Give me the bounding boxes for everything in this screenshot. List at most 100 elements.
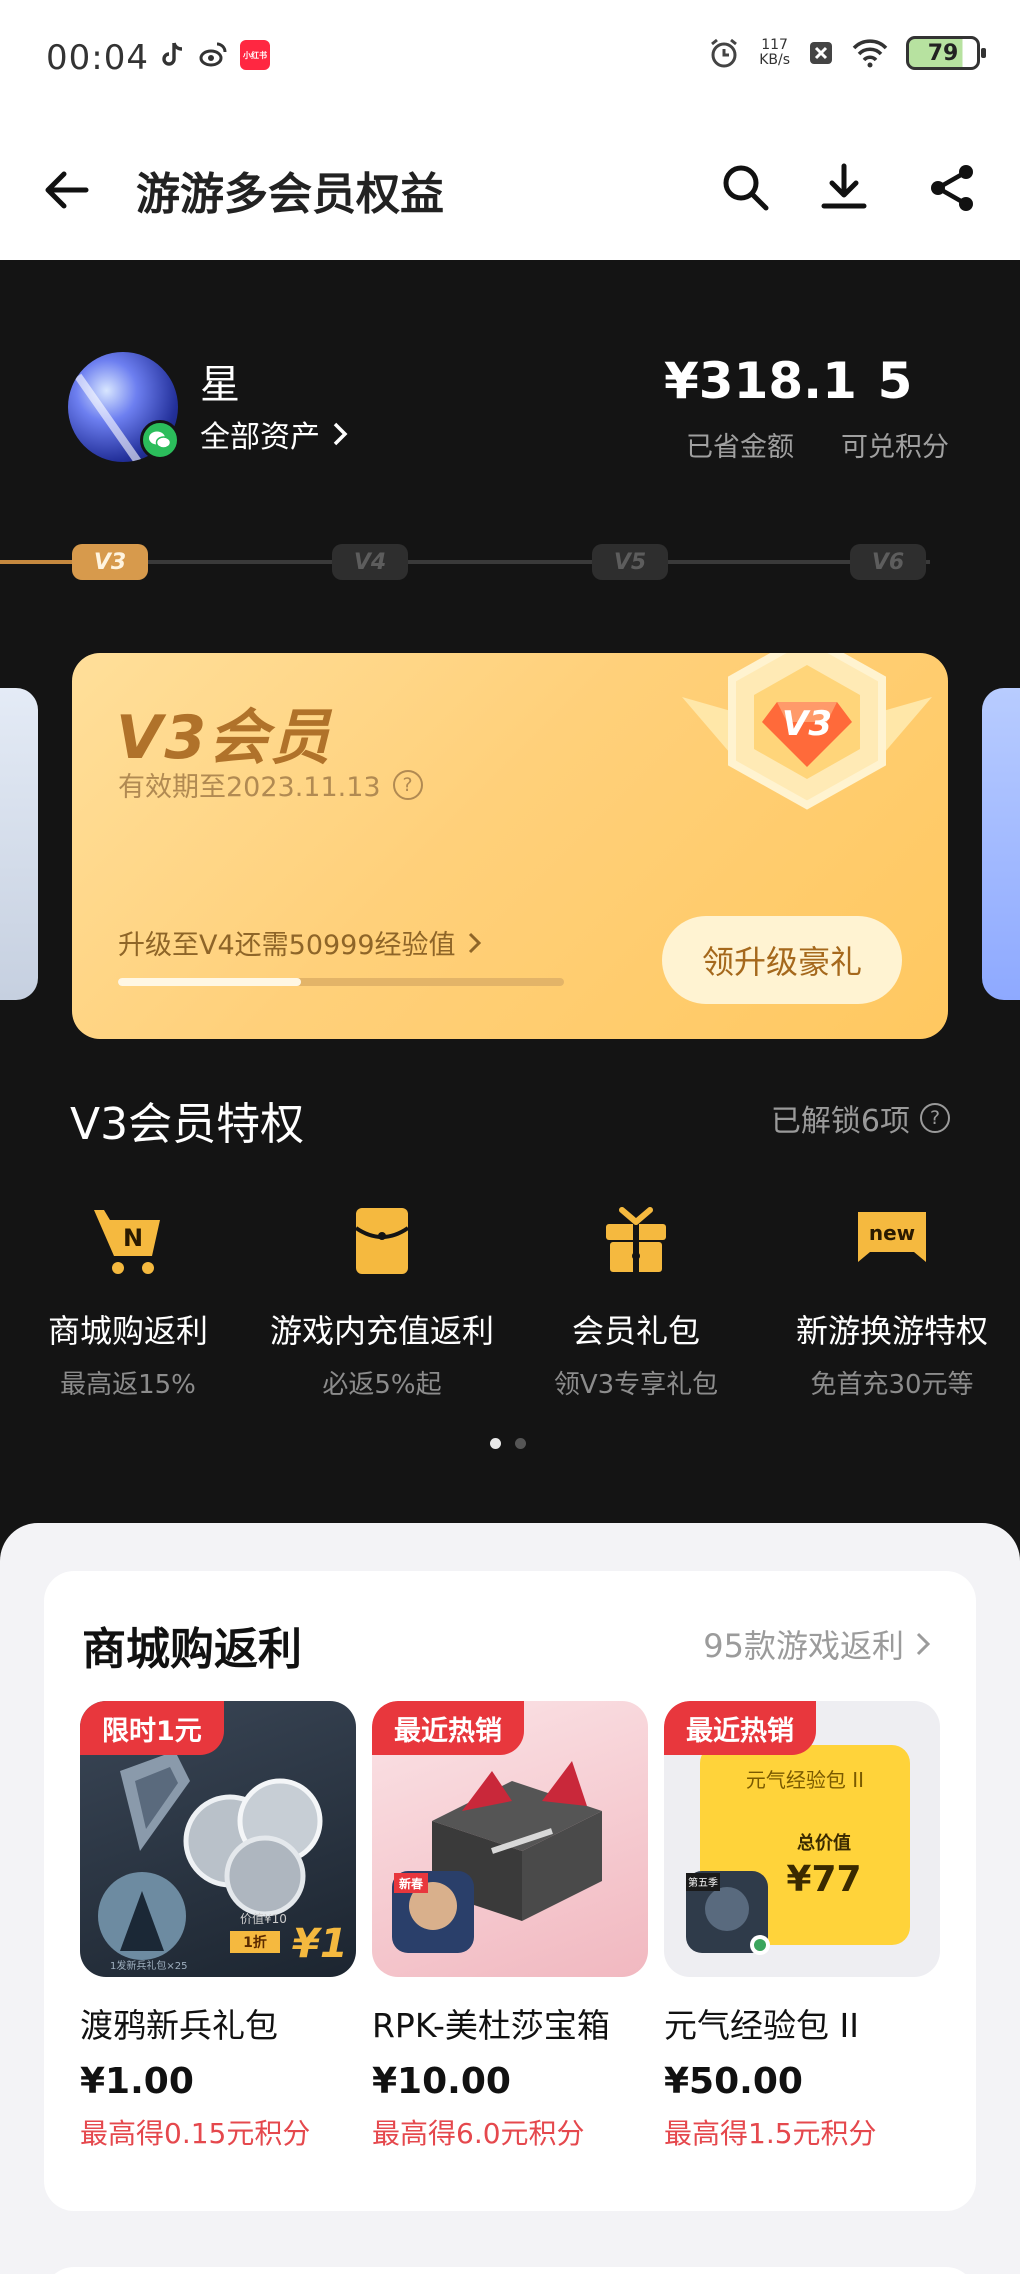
exp-progress-bar: [118, 978, 564, 986]
wifi-icon: [852, 39, 888, 68]
saved-amount: ¥318.1: [664, 352, 857, 410]
privilege-name: 商城购返利: [47, 1312, 208, 1350]
svg-text:1折: 1折: [243, 1934, 267, 1951]
net-speed-value: 117: [761, 37, 788, 53]
v3-diamond-badge-icon: V3: [682, 653, 932, 810]
mall-rebate-card: 商城购返利 95款游戏返利 价值¥10 1折 ¥1 1发新兵礼包×25 限时1元…: [44, 1571, 976, 2211]
member-card-title: V3会员: [116, 703, 333, 773]
product-card[interactable]: 元气经验包 II 总价值 ¥77 第五季 最近热销 元气经验包 II ¥50.0…: [664, 1701, 940, 2152]
help-icon[interactable]: ?: [920, 1103, 950, 1133]
product-image[interactable]: 新春 最近热销: [372, 1701, 648, 1977]
svg-text:新春: 新春: [399, 1876, 424, 1891]
privilege-new-game[interactable]: new 新游换游特权 免首充30元等: [772, 1200, 1012, 1401]
privilege-member-gift[interactable]: 会员礼包 领V3专享礼包: [516, 1200, 756, 1401]
help-icon[interactable]: ?: [392, 769, 423, 800]
member-level-card: V3会员 有效期至2023.11.13 ? 升级至V4还需50999经验值 领升…: [72, 653, 948, 1039]
net-speed: 117 KB/s: [759, 38, 790, 68]
page-indicator: [490, 1438, 526, 1449]
chevron-right-icon: [468, 932, 481, 953]
battery-indicator: 79: [906, 36, 986, 70]
product-price: ¥1.00: [80, 2061, 194, 2102]
product-price: ¥50.00: [664, 2061, 803, 2102]
saved-amount-label: 已省金额: [686, 432, 794, 463]
privileges-unlocked-text: 已解锁6项: [770, 1104, 910, 1139]
back-arrow-icon[interactable]: [40, 160, 100, 220]
chevron-right-icon: [333, 422, 348, 446]
svg-text:¥77: ¥77: [786, 1859, 861, 1900]
product-name: 元气经验包 II: [664, 2006, 859, 2045]
level-v6-chip[interactable]: V6: [850, 544, 926, 580]
new-tag-icon: new: [852, 1200, 932, 1280]
prev-level-card[interactable]: [0, 688, 38, 1000]
tiktok-icon: [162, 42, 183, 66]
page-title: 游游多会员权益: [136, 169, 444, 220]
svg-text:1发新兵礼包×25: 1发新兵礼包×25: [110, 1959, 187, 1972]
status-time: 00:04: [46, 38, 149, 78]
level-v3-chip[interactable]: V3: [72, 544, 148, 580]
mall-more-link[interactable]: 95款游戏返利: [703, 1621, 932, 1667]
page-dot[interactable]: [515, 1438, 526, 1449]
weibo-icon: [199, 42, 227, 67]
member-validity: 有效期至2023.11.13 ?: [118, 765, 423, 804]
svg-text:第五季: 第五季: [688, 1876, 718, 1889]
product-tag: 最近热销: [664, 1701, 816, 1755]
chevron-right-icon: [916, 1632, 931, 1656]
all-assets-label: 全部资产: [200, 420, 320, 455]
member-dark-section: 星 全部资产 ¥318.1 已省金额 5 可兑积分 V3 V4 V5 V6 V3…: [0, 260, 1020, 1525]
upgrade-hint-text: 升级至V4还需50999经验值: [118, 930, 456, 961]
privilege-sub: 领V3专享礼包: [553, 1370, 719, 1400]
claim-upgrade-gift-button[interactable]: 领升级豪礼: [662, 916, 902, 1004]
alarm-icon: [711, 38, 738, 68]
app-header: 游游多会员权益: [0, 120, 1020, 260]
level-v4-chip[interactable]: V4: [332, 544, 408, 580]
product-name: 渡鸦新兵礼包: [80, 2006, 278, 2045]
no-sim-icon: [810, 42, 832, 64]
level-v5-chip[interactable]: V5: [592, 544, 668, 580]
wechat-icon: [140, 420, 180, 460]
all-assets-link[interactable]: 全部资产: [200, 412, 350, 456]
share-icon[interactable]: [922, 158, 982, 218]
net-speed-unit: KB/s: [759, 52, 790, 68]
gift-icon: [596, 1200, 676, 1280]
validity-text: 有效期至2023.11.13: [118, 772, 381, 803]
product-name: RPK-美杜莎宝箱: [372, 2006, 610, 2045]
xiaohongshu-icon: 小红书: [240, 40, 270, 70]
status-right-group: 117 KB/s 79: [707, 36, 986, 70]
product-points: 最高得1.5元积分: [664, 2117, 877, 2150]
next-section-card: [44, 2267, 976, 2274]
points-value: 5: [877, 352, 913, 410]
privilege-sub: 最高返15%: [60, 1370, 196, 1400]
username: 星: [200, 362, 240, 408]
privilege-name: 游戏内充值返利: [269, 1312, 494, 1350]
privilege-recharge-rebate[interactable]: 游戏内充值返利 必返5%起: [262, 1200, 502, 1401]
mall-title: 商城购返利: [82, 1624, 302, 1675]
privilege-sub: 免首充30元等: [810, 1370, 974, 1400]
page-dot-active[interactable]: [490, 1438, 501, 1449]
privilege-sub: 必返5%起: [322, 1370, 442, 1400]
product-points: 最高得6.0元积分: [372, 2117, 585, 2150]
mall-section: 商城购返利 95款游戏返利 价值¥10 1折 ¥1 1发新兵礼包×25 限时1元…: [0, 1523, 1020, 2274]
privilege-mall-rebate[interactable]: N 商城购返利 最高返15%: [8, 1200, 248, 1401]
svg-text:价值¥10: 价值¥10: [240, 1911, 287, 1926]
product-image[interactable]: 价值¥10 1折 ¥1 1发新兵礼包×25 限时1元: [80, 1701, 356, 1977]
badge-text: V3: [782, 704, 832, 744]
points-label: 可兑积分: [841, 432, 949, 463]
svg-text:元气经验包 II: 元气经验包 II: [746, 1768, 864, 1792]
next-level-card[interactable]: [982, 688, 1020, 1000]
exp-progress-fill: [118, 978, 301, 986]
product-points: 最高得0.15元积分: [80, 2117, 311, 2150]
product-card[interactable]: 价值¥10 1折 ¥1 1发新兵礼包×25 限时1元 渡鸦新兵礼包 ¥1.00 …: [80, 1701, 356, 2152]
red-envelope-icon: [342, 1200, 422, 1280]
download-icon[interactable]: [814, 158, 874, 218]
product-image[interactable]: 元气经验包 II 总价值 ¥77 第五季 最近热销: [664, 1701, 940, 1977]
search-icon[interactable]: [716, 158, 776, 218]
mall-more-text: 95款游戏返利: [703, 1627, 904, 1665]
product-price: ¥10.00: [372, 2061, 511, 2102]
privileges-unlocked[interactable]: 已解锁6项 ?: [771, 1096, 950, 1140]
svg-text:总价值: 总价值: [797, 1832, 851, 1854]
upgrade-hint-link[interactable]: 升级至V4还需50999经验值: [118, 923, 484, 962]
svg-text:new: new: [869, 1221, 915, 1245]
privilege-name: 新游换游特权: [795, 1312, 988, 1350]
product-tag: 最近热销: [372, 1701, 524, 1755]
product-card[interactable]: 新春 最近热销 RPK-美杜莎宝箱 ¥10.00 最高得6.0元积分: [372, 1701, 648, 2152]
